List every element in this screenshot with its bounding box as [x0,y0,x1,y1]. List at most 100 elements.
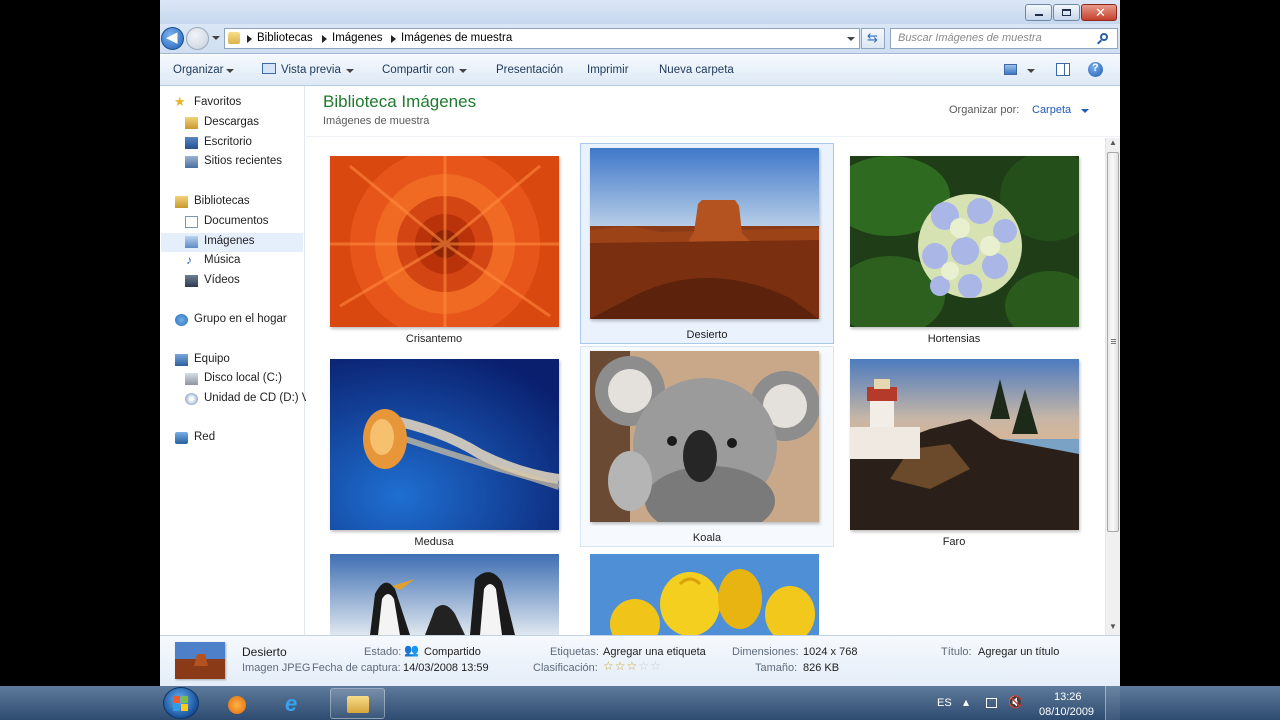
recent-places-icon [185,156,198,168]
nav-network[interactable]: Red [160,429,305,448]
share-button[interactable]: Compartir con [382,64,454,76]
nav-item-documents[interactable]: Documentos [160,213,305,232]
details-size-value: 826 KB [803,662,840,674]
rating-star-icon[interactable]: ☆ [603,659,614,673]
image-tile-crisantemo[interactable]: Crisantemo [307,144,561,345]
image-tile-koala[interactable]: Koala [580,346,834,547]
details-file-name: Desierto [242,645,287,659]
scroll-thumb[interactable] [1107,152,1119,532]
address-bar[interactable]: Bibliotecas Imágenes Imágenes de muestra [224,28,860,49]
start-button[interactable] [163,687,199,719]
image-tile-medusa[interactable]: Medusa [307,347,561,548]
nav-item-cd-drive[interactable]: Unidad de CD (D:) V [160,390,309,409]
preview-pane-icon[interactable] [1056,63,1070,76]
image-tile-faro[interactable]: Faro [827,347,1081,548]
taskbar: e ES ▴ 🔇 13:26 08/10/2009 [0,686,1280,720]
recent-pages-chevron-icon[interactable] [212,36,220,40]
tile-label: Hortensias [927,333,981,345]
nav-item-label: Unidad de CD (D:) V [204,392,310,404]
navigation-pane: ★ Favoritos Descargas Escritorio Sitios … [160,86,309,635]
refresh-button[interactable]: ⇆ [861,28,885,49]
language-indicator[interactable]: ES [937,697,952,709]
documents-icon [185,216,198,228]
minimize-button[interactable] [1025,4,1052,21]
view-options-chevron-icon[interactable] [1027,69,1035,73]
tile-label: Faro [942,536,966,548]
nav-favorites[interactable]: ★ Favoritos [160,94,305,113]
preview-button[interactable]: Vista previa [281,64,341,76]
nav-item-recent-places[interactable]: Sitios recientes [160,153,305,172]
breadcrumb-bibliotecas[interactable]: Bibliotecas [257,32,313,44]
print-button[interactable]: Imprimir [587,64,629,76]
nav-libraries-label: Bibliotecas [194,195,250,207]
vertical-scrollbar[interactable]: ▲ ▼ [1105,138,1120,635]
nav-item-label: Imágenes [204,235,255,247]
clock-date[interactable]: 08/10/2009 [1039,706,1094,718]
hard-drive-icon [185,373,198,385]
show-desktop-button[interactable] [1105,686,1120,720]
change-view-icon[interactable] [1004,64,1017,75]
videos-icon [185,275,198,287]
new-folder-button[interactable]: Nueva carpeta [659,64,734,76]
tray-expand-icon[interactable]: ▴ [963,695,969,709]
image-tile-hortensias[interactable]: Hortensias [827,144,1081,345]
details-file-type: Imagen JPEG [242,662,311,674]
taskbar-explorer[interactable] [330,688,385,719]
nav-item-desktop[interactable]: Escritorio [160,134,305,153]
nav-item-pictures[interactable]: Imágenes [160,233,305,252]
scroll-up-arrow-icon[interactable]: ▲ [1109,138,1117,147]
medusa-thumbnail [330,359,559,530]
help-button[interactable]: ? [1088,62,1103,77]
nav-item-local-disk[interactable]: Disco local (C:) [160,370,305,389]
search-placeholder: Buscar Imágenes de muestra [898,32,1042,44]
rating-star-icon[interactable]: ☆ [615,659,626,673]
breadcrumb-imagenes[interactable]: Imágenes [332,32,383,44]
cd-drive-icon [185,393,198,405]
nav-homegroup[interactable]: Grupo en el hogar [160,311,305,330]
details-tags-value[interactable]: Agregar una etiqueta [603,646,706,658]
maximize-button[interactable] [1053,4,1080,21]
taskbar-media-player[interactable] [210,688,265,719]
rating-stars[interactable]: ☆☆☆☆☆ [603,659,662,673]
address-dropdown-icon[interactable] [847,37,855,41]
image-tile-tulips[interactable] [590,554,819,635]
library-title: Biblioteca Imágenes [323,92,477,111]
scroll-down-arrow-icon[interactable]: ▼ [1109,622,1117,631]
folder-icon [228,32,240,44]
arrange-by-dropdown[interactable]: Carpeta [1032,104,1071,116]
nav-libraries[interactable]: Bibliotecas [160,193,305,212]
nav-item-label: Documentos [204,215,269,227]
nav-computer[interactable]: Equipo [160,351,305,370]
search-box[interactable]: Buscar Imágenes de muestra [890,28,1118,49]
pictures-icon [185,236,198,248]
image-tile-penguins[interactable] [330,554,559,635]
library-subtitle: Imágenes de muestra [323,115,430,127]
tile-label: Koala [692,532,722,544]
details-title-value[interactable]: Agregar un título [978,646,1059,658]
image-tile-desierto[interactable]: Desierto [580,143,834,344]
nav-item-videos[interactable]: Vídeos [160,272,305,291]
organize-button[interactable]: Organizar [173,64,224,76]
volume-muted-icon[interactable]: 🔇 [1008,695,1023,709]
taskbar-internet-explorer[interactable]: e [270,688,325,719]
refresh-icon: ⇆ [867,30,878,45]
network-tray-icon[interactable] [986,698,997,708]
desktop-icon [185,137,198,149]
maximize-icon [1062,9,1071,16]
rating-star-icon[interactable]: ☆ [638,659,649,673]
forward-button[interactable] [186,27,209,50]
back-button[interactable]: ◀ [161,27,184,50]
nav-item-downloads[interactable]: Descargas [160,114,305,133]
close-button[interactable]: ✕ [1081,4,1117,21]
crisantemo-thumbnail [330,156,559,327]
rating-star-icon[interactable]: ☆ [627,659,638,673]
breadcrumb-imagenes-de-muestra[interactable]: Imágenes de muestra [401,32,512,44]
details-date-value[interactable]: 14/03/2008 13:59 [403,662,489,674]
slideshow-button[interactable]: Presentación [496,64,563,76]
rating-star-icon[interactable]: ☆ [650,659,661,673]
nav-item-music[interactable]: ♪ Música [160,252,305,271]
clock-time[interactable]: 13:26 [1054,691,1082,703]
arrange-by-chevron-icon[interactable] [1081,109,1089,113]
details-size-label: Tamaño: [755,662,798,674]
nav-item-label: Disco local (C:) [204,372,282,384]
